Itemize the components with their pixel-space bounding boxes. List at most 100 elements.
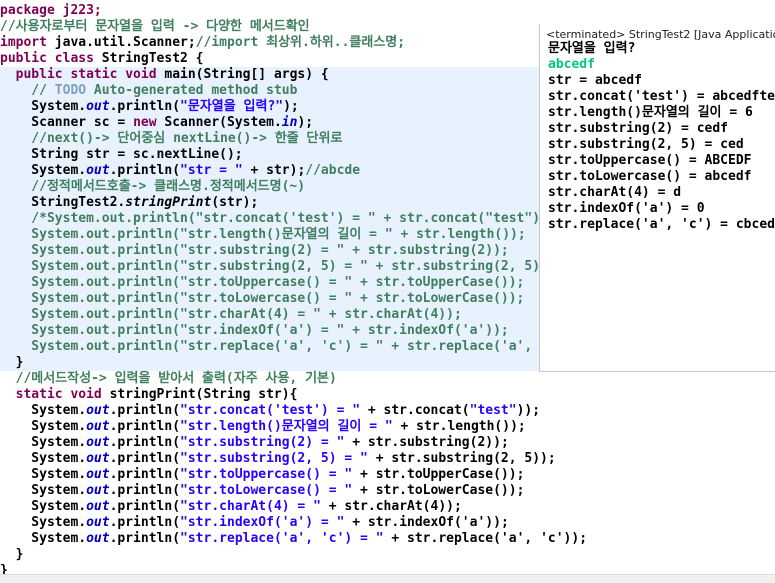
code-line[interactable]: System.out.println("str.concat('test') =… [0,403,775,419]
code-comment: System.out.println("str.substring(2, 5) … [0,259,556,274]
code-text: System. [0,99,87,114]
code-text: } [0,547,24,562]
code-text: + str.substring(2)); [344,435,509,450]
static-field: out [86,499,110,514]
code-text: String str = sc.nextLine(); [0,147,243,162]
code-line[interactable]: static void stringPrint(String str){ [0,387,775,403]
code-line[interactable]: System.out.println("str.substring(2) = "… [0,435,775,451]
code-text: System. [0,403,87,418]
code-comment: //next()-> 단어중심 nextLine()-> 한줄 단위로 [0,131,343,146]
console-line: str.toLowercase() = abcedf [548,169,752,184]
code-text: + str.length()); [392,419,526,434]
code-text: } [0,355,24,370]
keyword: new [133,115,157,130]
code-text: System. [0,515,87,530]
code-text: .println( [109,451,181,466]
keyword: import [0,35,47,50]
code-text: package j223; [0,3,102,18]
code-text: .println( [109,483,181,498]
code-text: .println( [109,163,181,178]
code-text: + str); [242,163,306,178]
code-text: System. [0,451,87,466]
code-comment: System.out.println("str.indexOf('a') = "… [0,323,509,338]
code-text: System. [0,499,87,514]
string-literal: "str.indexOf('a') = " [180,515,345,530]
code-text: .println( [109,467,181,482]
code-text: .println( [109,435,181,450]
console-input-line: abcedf [548,57,595,72]
static-field: out [86,531,110,546]
string-literal: "str = " [180,163,243,178]
code-text: System. [0,419,87,434]
static-field: out [86,99,110,114]
code-text: .println( [109,499,181,514]
code-line[interactable]: System.out.println("str.toLowercase() = … [0,483,775,499]
static-field: out [86,403,110,418]
console-line: str.concat('test') = abcedftest [548,89,775,104]
console-line: 문자열을 입력? [548,41,636,56]
static-field: out [86,467,110,482]
code-text: .println( [109,419,181,434]
code-line[interactable]: } [0,547,775,563]
code-text: .println( [109,99,181,114]
console-line: str = abcedf [548,73,642,88]
static-method: stringPrint [125,195,212,210]
string-literal: "str.toUppercase() = " [180,467,353,482]
string-literal: "str.substring(2, 5) = " [180,451,368,466]
string-literal: "str.length()문자열의 길이 = " [180,419,393,434]
code-text: stringPrint(String str){ [101,387,298,402]
code-comment: System.out.println("str.charAt(4) = " + … [0,307,462,322]
static-field: in [281,115,298,130]
code-text: + str.concat( [360,403,470,418]
code-comment: // [0,83,55,98]
console-line: str.substring(2) = cedf [548,121,729,136]
string-literal: "test" [469,403,517,418]
console-line: str.replace('a', 'c') = cbcedf [548,217,775,232]
code-line[interactable]: package j223; [0,3,775,19]
code-line[interactable]: System.out.println("str.indexOf('a') = "… [0,515,775,531]
code-comment: //import 최상위.하위..클래스명; [195,35,406,50]
static-field: out [86,451,110,466]
code-comment: System.out.println("str.substring(2) = "… [0,243,509,258]
code-text: System. [0,435,87,450]
code-comment: //정적메서드호출-> 클래스명.정적메서드명(~) [0,179,306,194]
static-field: out [86,483,110,498]
code-comment: System.out.println("str.toUppercase() = … [0,275,525,290]
code-text: .println( [109,403,181,418]
console-line: str.indexOf('a') = 0 [548,201,705,216]
code-text: System. [0,467,87,482]
todo-tag: TODO [54,83,87,98]
string-literal: "str.charAt(4) = " [180,499,321,514]
console-line: str.toUppercase() = ABCEDF [548,153,752,168]
static-field: out [86,163,110,178]
static-field: out [86,435,110,450]
code-text: java.util.Scanner; [46,35,196,50]
console-view[interactable]: <terminated> StringTest2 [Java Applicati… [539,24,775,372]
code-text: + str.substring(2, 5)); [367,451,556,466]
keyword: public class [0,51,94,66]
code-text: + str.toUpperCase()); [352,467,525,482]
code-text: )); [516,403,541,418]
code-text: .println( [109,515,181,530]
console-line: str.length()문자열의 길이 = 6 [548,105,753,120]
code-line[interactable]: System.out.println("str.replace('a', 'c'… [0,531,775,547]
keyword: static void [0,387,102,402]
code-comment: //사용자로부터 문자열을 입력 -> 다양한 메서드확인 [0,19,310,34]
code-line[interactable]: //메서드작성-> 입력을 받아서 출력(자주 사용, 기본) [0,371,775,387]
code-text: Scanner sc = [0,115,134,130]
string-literal: "str.replace('a', 'c') = " [180,531,384,546]
code-text: + str.toLowerCase()); [352,483,525,498]
code-line[interactable]: System.out.println("str.toUppercase() = … [0,467,775,483]
code-text: + str.indexOf('a')); [344,515,509,530]
code-comment: //메서드작성-> 입력을 받아서 출력(자주 사용, 기본) [0,371,337,386]
string-literal: "str.concat('test') = " [180,403,361,418]
code-text: System. [0,163,87,178]
code-comment: System.out.println("str.toLowercase() = … [0,291,525,306]
code-text: Scanner(System. [156,115,282,130]
code-text: StringTest2 { [93,51,204,66]
code-line[interactable]: System.out.println("str.substring(2, 5) … [0,451,775,467]
static-field: out [86,419,110,434]
code-line[interactable]: System.out.println("str.charAt(4) = " + … [0,499,775,515]
code-text: System. [0,483,87,498]
code-line[interactable]: System.out.println("str.length()문자열의 길이 … [0,419,775,435]
